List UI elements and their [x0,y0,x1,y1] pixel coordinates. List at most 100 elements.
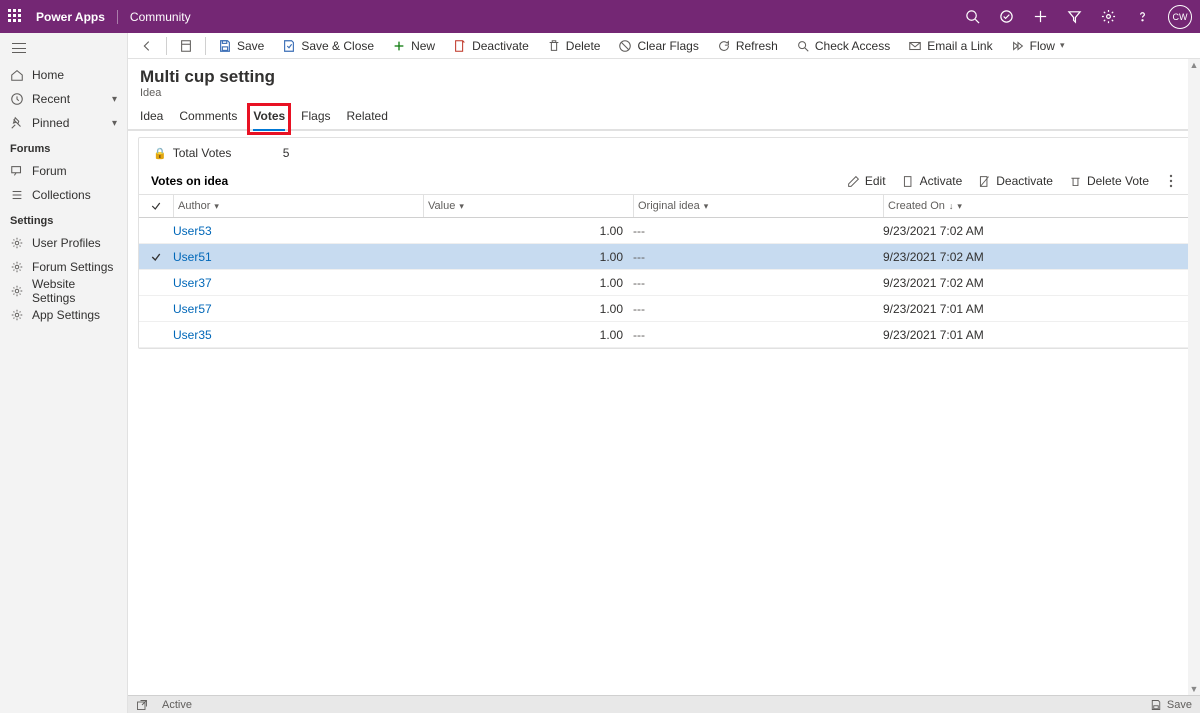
popout-icon[interactable] [136,699,148,711]
open-record-set-button[interactable] [173,37,199,55]
gear-icon [10,308,24,322]
select-all-checkbox[interactable] [139,200,173,212]
clock-icon [10,92,24,106]
save-label: Save [237,39,264,53]
sidebar-item-forum[interactable]: Forum [0,159,127,183]
refresh-button[interactable]: Refresh [711,37,784,55]
trash-icon [547,39,561,53]
record-header: Multi cup setting Idea [128,59,1200,99]
tabs-row: Idea Comments Votes Flags Related [128,99,1200,131]
gear-icon [10,260,24,274]
environment-name[interactable]: Community [118,10,191,24]
author-link[interactable]: User57 [173,302,423,316]
author-link[interactable]: User53 [173,224,423,238]
value-cell: 1.00 [423,302,633,316]
save-button[interactable]: Save [212,37,270,55]
chevron-down-icon: ▾ [1060,40,1065,51]
deactivate-button[interactable]: Deactivate [447,37,535,55]
row-checkbox[interactable] [139,251,173,263]
chevron-down-icon: ▾ [214,201,219,212]
sidebar-item-user-profiles[interactable]: User Profiles [0,231,127,255]
tab-flags[interactable]: Flags [301,109,330,129]
table-row[interactable]: User531.00---9/23/2021 7:02 AM [139,218,1189,244]
activate-button[interactable]: Activate [902,174,963,188]
email-link-button[interactable]: Email a Link [902,37,998,55]
help-icon[interactable] [1134,9,1150,25]
tab-votes[interactable]: Votes [253,109,285,129]
deactivate-vote-button[interactable]: Deactivate [978,174,1053,188]
new-label: New [411,39,435,53]
add-icon[interactable] [1032,9,1048,25]
sidebar-item-home[interactable]: Home [0,63,127,87]
sidebar-item-collections[interactable]: Collections [0,183,127,207]
status-bar: Active Save [128,695,1200,713]
save-close-button[interactable]: Save & Close [276,37,380,55]
search-icon[interactable] [964,9,980,25]
author-link[interactable]: User35 [173,328,423,342]
original-idea-cell: --- [633,250,883,264]
created-on-cell: 9/23/2021 7:02 AM [883,224,1189,238]
tab-idea[interactable]: Idea [140,109,163,129]
table-row[interactable]: User571.00---9/23/2021 7:01 AM [139,296,1189,322]
table-row[interactable]: User351.00---9/23/2021 7:01 AM [139,322,1189,348]
collapse-nav-icon[interactable] [12,43,26,53]
back-button[interactable] [134,37,160,55]
app-launcher-icon[interactable] [8,9,24,25]
flow-button[interactable]: Flow ▾ [1005,37,1071,55]
gear-icon [10,284,24,298]
refresh-icon [717,39,731,53]
target-icon[interactable] [998,9,1014,25]
avatar[interactable]: CW [1168,5,1192,29]
total-votes-value: 5 [283,146,290,160]
column-author[interactable]: Author ▾ [173,195,423,217]
record-state: Active [162,699,192,711]
sidebar-item-app-settings[interactable]: App Settings [0,303,127,327]
topbar: Power Apps Community CW [0,0,1200,33]
sidebar-item-label: Collections [32,188,91,202]
delete-vote-button[interactable]: Delete Vote [1069,174,1149,188]
created-on-cell: 9/23/2021 7:02 AM [883,276,1189,290]
sidebar-item-forum-settings[interactable]: Forum Settings [0,255,127,279]
column-value[interactable]: Value ▾ [423,195,633,217]
author-link[interactable]: User51 [173,250,423,264]
list-icon [10,188,24,202]
status-save-label: Save [1167,699,1192,711]
delete-label: Delete [566,39,601,53]
scroll-down-icon[interactable]: ▼ [1188,683,1200,695]
grid-header: Author ▾ Value ▾ Original idea ▾ Created… [139,194,1189,218]
delete-button[interactable]: Delete [541,37,607,55]
column-original-idea[interactable]: Original idea ▾ [633,195,883,217]
created-on-cell: 9/23/2021 7:01 AM [883,302,1189,316]
sidebar-item-website-settings[interactable]: Website Settings [0,279,127,303]
edit-button[interactable]: Edit [847,174,886,188]
check-access-button[interactable]: Check Access [790,37,896,55]
sidebar-section-forums: Forums [0,135,127,159]
sidebar-item-label: Forum [32,164,67,178]
author-link[interactable]: User37 [173,276,423,290]
tab-related[interactable]: Related [347,109,388,129]
status-save-button[interactable]: Save [1150,699,1192,711]
more-commands-button[interactable] [1165,174,1177,188]
sidebar-item-recent[interactable]: Recent▾ [0,87,127,111]
sidebar-section-settings: Settings [0,207,127,231]
sort-down-icon: ↓ [949,201,954,211]
subgrid-title: Votes on idea [151,174,228,188]
email-icon [908,39,922,53]
table-row[interactable]: User371.00---9/23/2021 7:02 AM [139,270,1189,296]
settings-icon[interactable] [1100,9,1116,25]
tab-comments[interactable]: Comments [179,109,237,129]
original-idea-cell: --- [633,302,883,316]
sidebar-item-pinned[interactable]: Pinned▾ [0,111,127,135]
scroll-up-icon[interactable]: ▲ [1188,59,1200,71]
pin-icon [10,116,24,130]
filter-icon[interactable] [1066,9,1082,25]
votes-card: 🔒 Total Votes 5 Votes on idea Edit Activ… [138,137,1190,349]
save-icon [218,39,232,53]
clear-flags-button[interactable]: Clear Flags [612,37,704,55]
new-button[interactable]: New [386,37,441,55]
column-created-on[interactable]: Created On ↓ ▾ [883,195,1189,217]
original-idea-cell: --- [633,224,883,238]
table-row[interactable]: User511.00---9/23/2021 7:02 AM [139,244,1189,270]
value-cell: 1.00 [423,224,633,238]
vertical-scrollbar[interactable]: ▲ ▼ [1188,59,1200,695]
